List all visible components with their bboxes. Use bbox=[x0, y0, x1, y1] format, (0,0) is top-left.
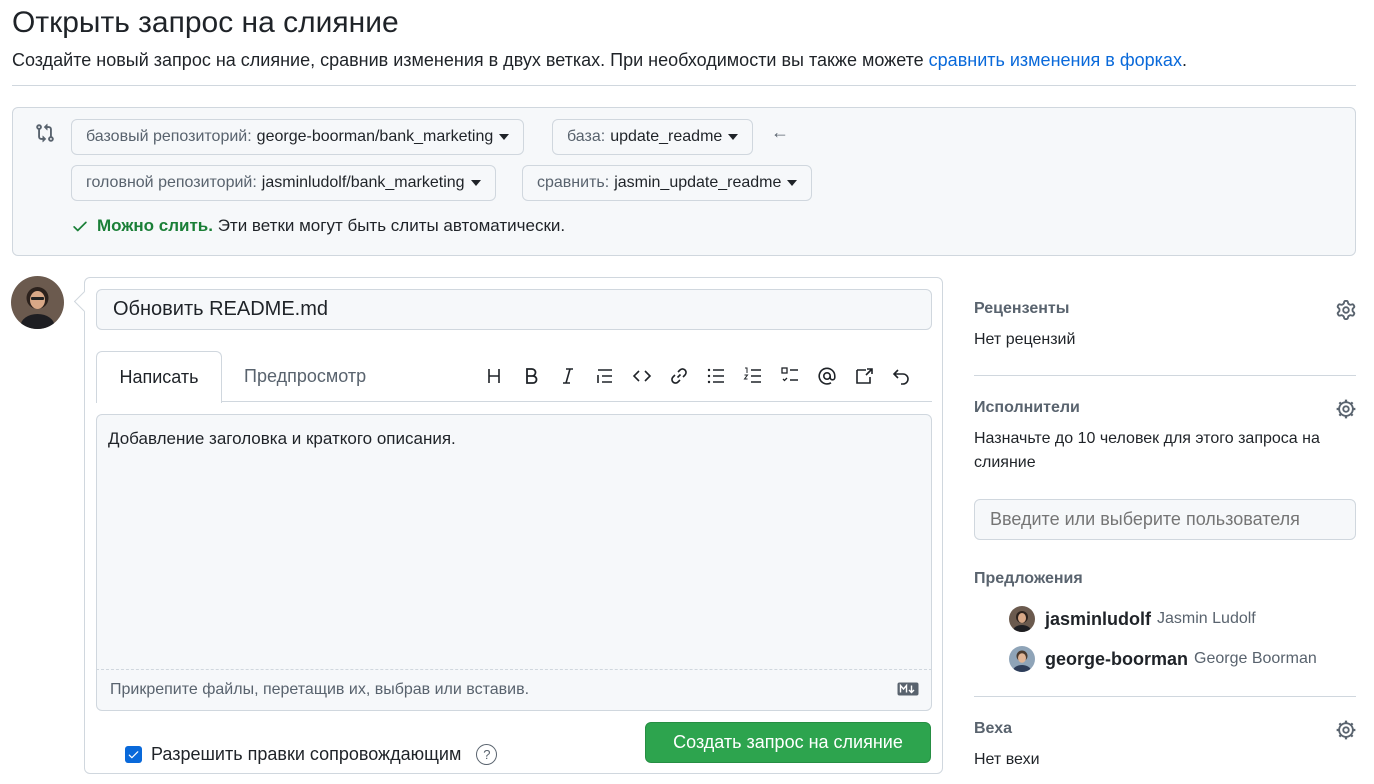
attach-files-text: Прикрепите файлы, перетащив их, выбрав и… bbox=[110, 681, 530, 698]
pull-request-form: Написать Предпросмотр Добавление заголов… bbox=[84, 277, 943, 774]
merge-status: Можно слить. Эти ветки могут быть слиты … bbox=[71, 216, 565, 236]
git-compare-icon bbox=[36, 123, 54, 143]
pr-body-textarea[interactable]: Добавление заголовка и краткого описания… bbox=[96, 414, 932, 684]
base-repository-value: george-boorman/bank_marketing bbox=[256, 128, 494, 145]
avatar bbox=[1009, 646, 1035, 672]
head-repository-label: головной репозиторий: bbox=[86, 174, 257, 191]
branch-compare-box: базовый репозиторий: george-boorman/bank_… bbox=[12, 107, 1356, 256]
gear-icon[interactable] bbox=[1336, 720, 1356, 740]
caret-down-icon bbox=[728, 134, 739, 140]
allow-edits-label: Разрешить правки сопровождающим bbox=[151, 744, 462, 764]
compare-branch-label: сравнить: bbox=[537, 174, 610, 191]
milestone-value: Нет вехи bbox=[974, 751, 1040, 768]
suggestion-name: Jasmin Ludolf bbox=[1157, 610, 1256, 627]
suggestion-login: jasminludolf bbox=[1045, 608, 1152, 629]
head-repository-select[interactable]: головной репозиторий: jasminludolf/bank_m… bbox=[71, 165, 496, 201]
quote-icon[interactable] bbox=[586, 364, 623, 388]
sidebar-divider bbox=[974, 696, 1356, 697]
subtitle-end: . bbox=[1181, 50, 1187, 70]
reviewers-section: Рецензенты Нет рецензий bbox=[974, 300, 1356, 352]
heading-icon[interactable] bbox=[475, 364, 512, 388]
avatar bbox=[1009, 606, 1035, 632]
caret-down-icon bbox=[499, 134, 510, 140]
head-repository-value: jasminludolf/bank_marketing bbox=[261, 174, 465, 191]
suggestion-login: george-boorman bbox=[1045, 648, 1189, 669]
reviewers-heading[interactable]: Рецензенты bbox=[974, 300, 1356, 318]
check-icon bbox=[73, 221, 87, 232]
suggestions-heading: Предложения bbox=[974, 570, 1083, 587]
pr-title-input[interactable] bbox=[96, 289, 932, 330]
sidebar-divider bbox=[974, 375, 1356, 376]
milestone-heading[interactable]: Веха bbox=[974, 720, 1356, 738]
merge-status-text: Эти ветки могут быть слиты автоматически… bbox=[217, 216, 566, 235]
assignee-search-input[interactable] bbox=[974, 499, 1356, 540]
arrow-left-icon: ← bbox=[771, 122, 789, 142]
mention-icon[interactable] bbox=[808, 364, 845, 388]
compare-branch-value: jasmin_update_readme bbox=[614, 174, 782, 191]
base-branch-select[interactable]: база: update_readme bbox=[552, 119, 754, 155]
gear-icon[interactable] bbox=[1336, 300, 1356, 320]
pr-body-text: Добавление заголовка и краткого описания… bbox=[108, 429, 456, 448]
cross-reference-icon[interactable] bbox=[845, 364, 882, 388]
bold-icon[interactable] bbox=[512, 364, 549, 388]
author-avatar[interactable] bbox=[11, 276, 64, 329]
allow-edits-option[interactable]: Разрешить правки сопровождающим ? bbox=[125, 744, 498, 765]
base-branch-label: база: bbox=[567, 128, 606, 145]
suggestion-name: George Boorman bbox=[1194, 650, 1317, 667]
ordered-list-icon[interactable] bbox=[734, 364, 771, 388]
create-pull-request-button[interactable]: Создать запрос на слияние bbox=[645, 722, 931, 763]
italic-icon[interactable] bbox=[549, 364, 586, 388]
caret-down-icon bbox=[470, 180, 481, 186]
compare-forks-link[interactable]: сравнить изменения в форках bbox=[929, 50, 1182, 70]
question-icon[interactable]: ? bbox=[476, 744, 498, 765]
unordered-list-icon[interactable] bbox=[697, 364, 734, 388]
suggestions-section: Предложения bbox=[974, 570, 1356, 588]
markdown-toolbar bbox=[475, 364, 919, 388]
merge-ok-label: Можно слить. bbox=[97, 216, 213, 235]
header-divider bbox=[12, 85, 1356, 86]
page-title: Открыть запрос на слияние bbox=[12, 6, 399, 39]
suggestion-item[interactable]: jasminludolf Jasmin Ludolf bbox=[1009, 606, 1256, 632]
allow-edits-checkbox[interactable] bbox=[125, 746, 142, 763]
gear-icon[interactable] bbox=[1336, 399, 1356, 419]
task-list-icon[interactable] bbox=[771, 364, 808, 388]
compare-branch-select[interactable]: сравнить: jasmin_update_readme bbox=[522, 165, 813, 201]
code-icon[interactable] bbox=[623, 364, 660, 388]
link-icon[interactable] bbox=[660, 364, 697, 388]
base-branch-value: update_readme bbox=[610, 128, 723, 145]
assignees-value: Назначьте до 10 человек для этого запрос… bbox=[974, 430, 1320, 471]
attach-files-bar[interactable]: Прикрепите файлы, перетащив их, выбрав и… bbox=[96, 669, 932, 711]
base-repository-label: базовый репозиторий: bbox=[86, 128, 252, 145]
undo-icon[interactable] bbox=[882, 364, 919, 388]
assignees-section: Исполнители Назначьте до 10 человек для … bbox=[974, 399, 1356, 475]
markdown-icon bbox=[897, 682, 919, 696]
subtitle-text: Создайте новый запрос на слияние, сравни… bbox=[12, 50, 929, 70]
base-repository-select[interactable]: базовый репозиторий: george-boorman/bank_… bbox=[71, 119, 525, 155]
milestone-section: Веха Нет вехи bbox=[974, 720, 1356, 772]
caret-down-icon bbox=[787, 180, 798, 186]
assignees-heading[interactable]: Исполнители bbox=[974, 399, 1356, 417]
page-subtitle: Создайте новый запрос на слияние, сравни… bbox=[12, 50, 1187, 71]
tab-preview[interactable]: Предпросмотр bbox=[244, 366, 366, 387]
tab-write[interactable]: Написать bbox=[96, 351, 222, 403]
suggestion-item[interactable]: george-boorman George Boorman bbox=[1009, 646, 1317, 672]
reviewers-value: Нет рецензий bbox=[974, 331, 1076, 348]
